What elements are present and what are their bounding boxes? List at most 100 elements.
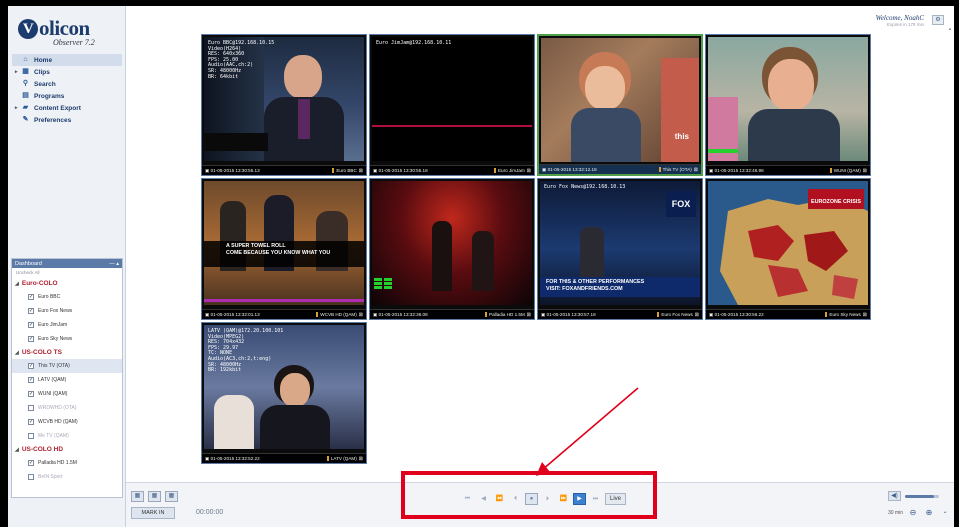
record-icon: ▣	[205, 311, 210, 317]
checkbox[interactable]: ✓	[28, 308, 34, 314]
dashboard-panel: Dashboard — ▴ Uncheck All ◢ Euro-COLO ✓ Eu…	[11, 258, 123, 498]
sidebar: Volicon Observer 7.2 ⌂ Home ▸ ▦ Clips ⚲ Sear…	[8, 6, 126, 527]
video-frame[interactable]	[708, 37, 868, 161]
video-tile[interactable]: EUROZONE CRISIS ▣ 01-05-2015 13:30:56.22…	[705, 178, 871, 320]
video-frame[interactable]	[372, 181, 532, 305]
video-frame[interactable]: Euro BBC@192.168.10.15 Video(H264) RES: …	[204, 37, 364, 161]
nav-item-programs[interactable]: ▤ Programs	[12, 90, 122, 102]
video-frame[interactable]: Euro JimJam@192.168.10.11	[372, 37, 532, 161]
expand-icon[interactable]: ⊠	[527, 168, 531, 174]
tile-status-bar: ▣ 01-05-2015 13:30:55.18 Euro JimJam ⊠	[370, 165, 534, 175]
video-tile[interactable]: LATV (QAM)@172.20.100.101 Video(MPEG2) R…	[201, 322, 367, 464]
tile-timestamp: 01-05-2015 13:32:52.22	[210, 455, 260, 461]
video-frame[interactable]: this	[541, 38, 699, 162]
video-frame[interactable]: LATV (QAM)@172.20.100.101 Video(MPEG2) R…	[204, 325, 364, 449]
expand-icon[interactable]: ⊠	[527, 312, 531, 318]
channel-item[interactable]: ✓ Euro Fox News	[12, 304, 122, 318]
channel-item[interactable]: ✓ Euro BBC	[12, 290, 122, 304]
checkbox[interactable]: ✓	[28, 336, 34, 342]
nav-item-content-export[interactable]: ▸ ▰ Content Export	[12, 102, 122, 114]
video-tile[interactable]: A SUPER TOWEL ROLL COME BECAUSE YOU KNOW…	[201, 178, 367, 320]
collapse-arrow-icon[interactable]: ◢	[15, 281, 19, 287]
channel-item[interactable]: BeIN Sport	[12, 470, 122, 484]
nav-label: Home	[34, 56, 53, 64]
tile-timestamp: 01-05-2015 13:30:55.13	[210, 167, 260, 173]
nav-item-clips[interactable]: ▸ ▦ Clips	[12, 66, 122, 78]
checkbox[interactable]: ✓	[28, 377, 34, 383]
video-tile[interactable]: Euro Fox News@192.168.10.13 FOX FOR THIS…	[537, 178, 703, 320]
video-frame[interactable]: EUROZONE CRISIS	[708, 181, 868, 305]
group-label: Euro-COLO	[21, 280, 58, 287]
channel-item[interactable]: ✓ Palladia HD 1.5M	[12, 456, 122, 470]
chevron-down-icon[interactable]: ⌄	[939, 507, 951, 519]
nav-item-preferences[interactable]: ✎ Preferences	[12, 114, 122, 126]
video-tile[interactable]: Euro JimJam@192.168.10.11 ▣ 01-05-2015 1…	[369, 34, 535, 176]
nav-item-search[interactable]: ⚲ Search	[12, 78, 122, 90]
checkbox[interactable]: ✓	[28, 391, 34, 397]
export-icon: ▰	[22, 104, 29, 111]
checkbox[interactable]	[28, 474, 34, 480]
video-frame[interactable]: Euro Fox News@192.168.10.13 FOX FOR THIS…	[540, 181, 700, 305]
speaker-icon[interactable]: ◀)	[888, 491, 901, 501]
user-info: Welcome, NoahC Expires in 178 min	[876, 14, 924, 27]
gear-icon[interactable]: ⚙	[932, 15, 944, 25]
mark-in-button[interactable]: MARK IN	[131, 507, 175, 519]
video-tile[interactable]: ▣ 01-05-2015 13:32:36.08 Palladia HD 1.5…	[369, 178, 535, 320]
tile-channel-name: LATV (QAM)	[326, 455, 357, 461]
expand-icon[interactable]: ⊠	[359, 168, 363, 174]
channel-label: LATV (QAM)	[38, 377, 67, 383]
tile-channel-name: Palladia HD 1.5M	[485, 311, 525, 317]
nav-label: Search	[34, 80, 56, 88]
layout-3x3-icon[interactable]: ▦	[165, 491, 178, 502]
tile-status-bar: ▣ 01-05-2015 13:32:52.22 LATV (QAM) ⊠	[202, 453, 366, 463]
video-tile[interactable]: ▣ 01-05-2015 13:32:46.98 WUNI (QAM) ⊠	[705, 34, 871, 176]
expand-icon[interactable]: ⊠	[695, 312, 699, 318]
channel-label: This TV (OTA)	[38, 363, 70, 369]
checkbox[interactable]: ✓	[28, 294, 34, 300]
tile-status-bar: ▣ 01-05-2015 13:32:01.13 WCVB HD (QAM) ⊠	[202, 309, 366, 319]
expand-icon[interactable]: ⊠	[359, 312, 363, 318]
checkbox[interactable]: ✓	[28, 322, 34, 328]
video-frame[interactable]: A SUPER TOWEL ROLL COME BECAUSE YOU KNOW…	[204, 181, 364, 305]
checkbox[interactable]: ✓	[28, 363, 34, 369]
record-icon: ▣	[373, 311, 378, 317]
tile-channel-name: Euro BBC	[332, 167, 357, 173]
layout-1x1-icon[interactable]: ▦	[131, 491, 144, 502]
checkbox[interactable]	[28, 405, 34, 411]
record-icon: ▣	[541, 311, 546, 317]
layout-2x2-icon[interactable]: ▦	[148, 491, 161, 502]
channel-item[interactable]: WRDWHD (OTA)	[12, 401, 122, 415]
group-us-colo-hd[interactable]: ◢ US-COLO HD	[12, 443, 122, 456]
scrollbar[interactable]: ▴	[946, 26, 954, 526]
checkbox[interactable]	[28, 433, 34, 439]
checkbox[interactable]: ✓	[28, 460, 34, 466]
channel-item[interactable]: ✓ WUNI (QAM)	[12, 387, 122, 401]
zoom-out-icon[interactable]: ⊖	[907, 507, 919, 519]
zoom-in-icon[interactable]: ⊕	[923, 507, 935, 519]
channel-item[interactable]: ✓ Euro JimJam	[12, 318, 122, 332]
video-tile[interactable]: Euro BBC@192.168.10.15 Video(H264) RES: …	[201, 34, 367, 176]
nav-item-home[interactable]: ⌂ Home	[12, 54, 122, 66]
group-us-colo-ts[interactable]: ◢ US-COLO TS	[12, 346, 122, 359]
channel-item[interactable]: ✓ WCVB HD (QAM)	[12, 415, 122, 429]
group-euro-colo[interactable]: ◢ Euro-COLO	[12, 277, 122, 290]
expand-icon[interactable]: ⊠	[694, 167, 698, 173]
expand-icon[interactable]: ⊠	[359, 456, 363, 462]
expand-icon[interactable]: ⊠	[863, 312, 867, 318]
volume-slider[interactable]	[905, 494, 939, 498]
channel-label: Me TV (QAM)	[38, 433, 69, 439]
channel-label: Euro JimJam	[38, 322, 68, 328]
expand-icon[interactable]: ⊠	[863, 168, 867, 174]
collapse-arrow-icon[interactable]: ◢	[15, 447, 19, 453]
collapse-arrow-icon[interactable]: ◢	[15, 350, 19, 356]
volume-control: ◀)	[888, 491, 939, 501]
checkbox[interactable]: ✓	[28, 419, 34, 425]
channel-item[interactable]: Me TV (QAM)	[12, 429, 122, 443]
video-tile-selected[interactable]: this ▣ 01-05-2015 13:32:12.18 This TV (O…	[537, 34, 703, 176]
channel-item[interactable]: ✓ Euro Sky News	[12, 332, 122, 346]
channel-item[interactable]: ✓ LATV (QAM)	[12, 373, 122, 387]
scroll-up-icon[interactable]: ▴	[946, 26, 954, 32]
uncheck-all-link[interactable]: Uncheck All	[12, 268, 122, 277]
channel-item[interactable]: ✓ This TV (OTA)	[12, 359, 122, 373]
panel-controls-icon[interactable]: — ▴	[109, 261, 119, 267]
